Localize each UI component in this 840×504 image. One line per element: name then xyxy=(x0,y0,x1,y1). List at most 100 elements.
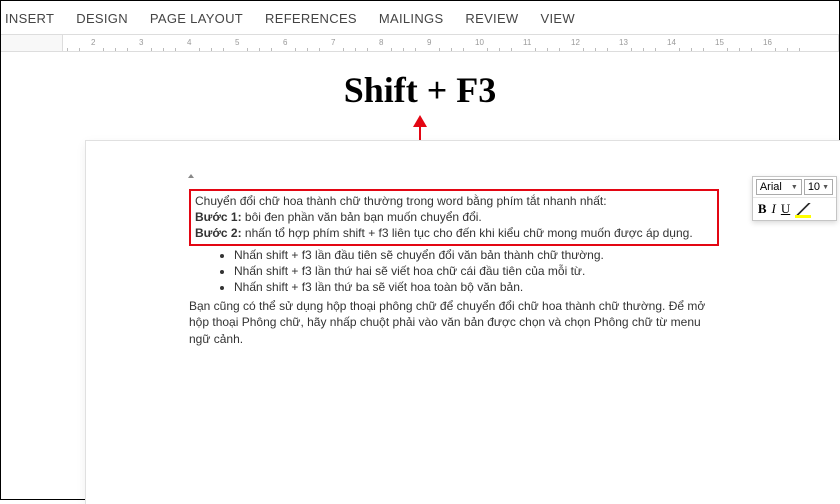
ruler-tick xyxy=(703,48,704,51)
ruler-number: 7 xyxy=(331,38,335,47)
ruler-tick xyxy=(655,48,656,51)
ruler-tick xyxy=(79,48,80,51)
font-size-value: 10 xyxy=(808,181,820,193)
ruler-tick xyxy=(247,48,248,51)
ruler-number: 16 xyxy=(763,38,772,47)
closing-text[interactable]: Bạn cũng có thể sử dụng hộp thoại phông … xyxy=(189,298,719,347)
ruler-tick xyxy=(643,48,644,51)
ruler-tick xyxy=(583,48,584,51)
ruler-number: 3 xyxy=(139,38,143,47)
highlight-button[interactable] xyxy=(795,203,811,216)
ruler-tick xyxy=(211,48,212,51)
italic-button[interactable]: I xyxy=(771,201,775,217)
step1-label: Bước 1: xyxy=(195,210,242,224)
ruler-tick xyxy=(487,48,488,51)
ruler-tick xyxy=(451,48,452,51)
highlight-box: Chuyển đổi chữ hoa thành chữ thường tron… xyxy=(189,189,719,246)
ruler-tick xyxy=(223,48,224,51)
ruler-number: 5 xyxy=(235,38,239,47)
ruler-tick xyxy=(511,48,512,51)
ruler-tick xyxy=(295,48,296,51)
step2-line[interactable]: Bước 2: nhấn tổ hợp phím shift + f3 liên… xyxy=(195,225,713,241)
ruler-tick xyxy=(415,48,416,51)
ruler-tick xyxy=(439,48,440,51)
ruler-tick xyxy=(595,48,596,51)
ruler-number: 15 xyxy=(715,38,724,47)
list-item[interactable]: Nhấn shift + f3 lần đầu tiên sẽ chuyển đ… xyxy=(234,247,719,263)
ruler-tick xyxy=(679,48,680,51)
horizontal-ruler[interactable]: 12345678910111213141516 xyxy=(63,34,839,52)
ruler-tick xyxy=(307,48,308,51)
ruler-tick xyxy=(799,48,800,51)
tab-insert[interactable]: INSERT xyxy=(5,11,54,26)
tab-references[interactable]: REFERENCES xyxy=(265,11,357,26)
ruler-tick xyxy=(631,48,632,51)
ruler-tick xyxy=(67,48,68,51)
ruler-number: 13 xyxy=(619,38,628,47)
ruler-tick xyxy=(391,48,392,51)
list-item[interactable]: Nhấn shift + f3 lần thứ ba sẽ viết hoa t… xyxy=(234,279,719,295)
ruler-number: 14 xyxy=(667,38,676,47)
tab-review[interactable]: REVIEW xyxy=(465,11,518,26)
ruler-number: 6 xyxy=(283,38,287,47)
ruler-tick xyxy=(367,48,368,51)
font-family-select[interactable]: Arial ▼ xyxy=(756,179,802,195)
tab-view[interactable]: VIEW xyxy=(541,11,575,26)
ruler-tick xyxy=(739,48,740,51)
step2-text: nhấn tổ hợp phím shift + f3 liên tục cho… xyxy=(242,226,693,240)
intro-text[interactable]: Chuyển đổi chữ hoa thành chữ thường tron… xyxy=(195,193,713,209)
tab-design[interactable]: DESIGN xyxy=(76,11,128,26)
ruler-tick xyxy=(499,48,500,51)
ruler-number: 8 xyxy=(379,38,383,47)
bold-button[interactable]: B xyxy=(758,201,767,217)
ruler-row: 12345678910111213141516 xyxy=(1,34,839,56)
ruler-tick xyxy=(115,48,116,51)
ruler-tick xyxy=(319,48,320,51)
list-item[interactable]: Nhấn shift + f3 lần thứ hai sẽ viết hoa … xyxy=(234,263,719,279)
ribbon-tabs: INSERT DESIGN PAGE LAYOUT REFERENCES MAI… xyxy=(1,1,839,34)
underline-button[interactable]: U xyxy=(781,201,790,217)
ruler-tick xyxy=(199,48,200,51)
ruler-tick xyxy=(463,48,464,51)
ruler-tick xyxy=(535,48,536,51)
chevron-down-icon: ▼ xyxy=(822,184,829,191)
step2-label: Bước 2: xyxy=(195,226,242,240)
ruler-tick xyxy=(691,48,692,51)
tab-mailings[interactable]: MAILINGS xyxy=(379,11,444,26)
tab-page-layout[interactable]: PAGE LAYOUT xyxy=(150,11,243,26)
font-size-select[interactable]: 10 ▼ xyxy=(804,179,833,195)
font-family-value: Arial xyxy=(760,181,782,193)
ruler-number: 9 xyxy=(427,38,431,47)
ruler-tick xyxy=(151,48,152,51)
bullet-list: Nhấn shift + f3 lần đầu tiên sẽ chuyển đ… xyxy=(189,247,719,296)
document-content: Chuyển đổi chữ hoa thành chữ thường tron… xyxy=(189,189,719,347)
ruler-number: 11 xyxy=(523,38,531,47)
step1-line[interactable]: Bước 1: bôi đen phần văn bản bạn muốn ch… xyxy=(195,209,713,225)
ruler-tick xyxy=(727,48,728,51)
ruler-tick xyxy=(163,48,164,51)
ruler-number: 10 xyxy=(475,38,484,47)
ruler-tick xyxy=(259,48,260,51)
ruler-tick xyxy=(559,48,560,51)
ruler-tick xyxy=(175,48,176,51)
step1-text: bôi đen phần văn bản bạn muốn chuyển đổi… xyxy=(242,210,482,224)
shortcut-label: Shift + F3 xyxy=(1,69,839,111)
ruler-number: 2 xyxy=(91,38,95,47)
ruler-tick xyxy=(751,48,752,51)
ruler-tick xyxy=(271,48,272,51)
ruler-tick xyxy=(343,48,344,51)
mini-toolbar-row2: B I U xyxy=(753,198,836,220)
ruler-tick xyxy=(775,48,776,51)
ruler-number: 4 xyxy=(187,38,191,47)
ruler-tick xyxy=(607,48,608,51)
ruler-tick xyxy=(127,48,128,51)
mini-toolbar: Arial ▼ 10 ▼ B I U xyxy=(752,176,837,221)
left-margin-indent-icon[interactable] xyxy=(186,169,193,185)
ruler-gutter xyxy=(1,34,63,52)
chevron-down-icon: ▼ xyxy=(791,184,798,191)
ruler-tick xyxy=(547,48,548,51)
ruler-tick xyxy=(355,48,356,51)
ruler-tick xyxy=(403,48,404,51)
ruler-tick xyxy=(787,48,788,51)
ruler-number: 12 xyxy=(571,38,580,47)
